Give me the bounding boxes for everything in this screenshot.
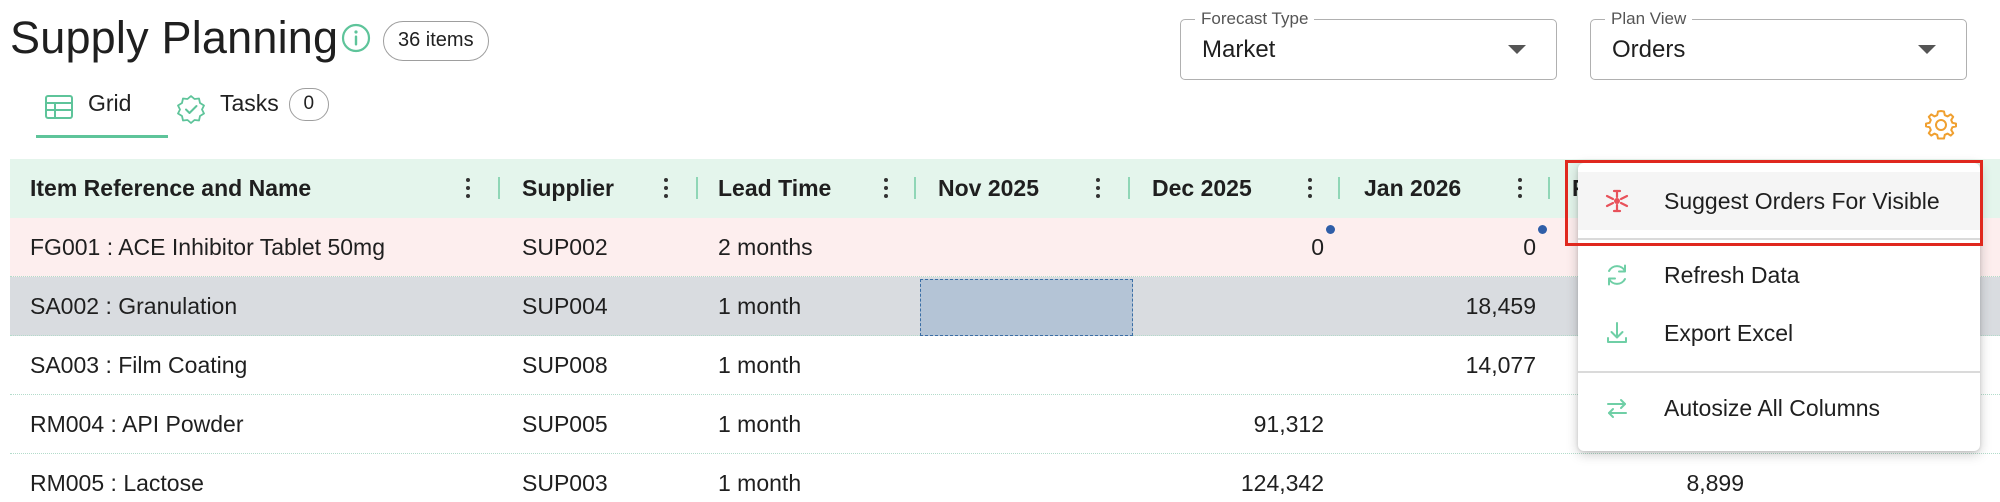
refresh-icon bbox=[1608, 264, 1626, 286]
tasks-count-badge: 0 bbox=[288, 88, 329, 121]
forecast-type-value: Market bbox=[1202, 36, 1276, 63]
highlight-annotation-box bbox=[1565, 160, 1983, 246]
plan-view-value: Orders bbox=[1612, 36, 1686, 63]
item-cell[interactable]: RM005 : Lactose bbox=[30, 454, 204, 502]
column-resize-handle[interactable] bbox=[1338, 177, 1340, 199]
tab-grid-label: Grid bbox=[88, 90, 132, 116]
grid-table-icon bbox=[45, 95, 73, 119]
menu-item-autosize-columns[interactable]: Autosize All Columns bbox=[1578, 379, 1980, 437]
jan-2026-cell[interactable]: 18,459 bbox=[1364, 277, 1536, 336]
column-menu-icon[interactable] bbox=[664, 178, 668, 198]
feb-2026-cell[interactable]: 8,899 bbox=[1572, 454, 1744, 502]
info-icon[interactable] bbox=[340, 22, 372, 54]
menu-item-label: Autosize All Columns bbox=[1664, 394, 1881, 421]
supplier-cell[interactable]: SUP005 bbox=[522, 395, 608, 454]
menu-item-export-excel[interactable]: Export Excel bbox=[1578, 304, 1980, 362]
tab-grid[interactable]: Grid bbox=[36, 86, 168, 138]
table-row[interactable]: RM005 : Lactose SUP003 1 month 124,342 8… bbox=[10, 454, 2000, 502]
item-cell[interactable]: SA003 : Film Coating bbox=[30, 336, 247, 395]
column-resize-handle[interactable] bbox=[1128, 177, 1130, 199]
column-header-item[interactable]: Item Reference and Name bbox=[30, 159, 311, 218]
menu-item-refresh-data[interactable]: Refresh Data bbox=[1578, 246, 1980, 304]
dec-2025-cell[interactable]: 124,342 bbox=[1152, 454, 1324, 502]
tab-tasks-label: Tasks bbox=[220, 90, 279, 116]
page-title: Supply Planning bbox=[10, 12, 339, 63]
supplier-cell[interactable]: SUP003 bbox=[522, 454, 608, 502]
column-header-nov-2025[interactable]: Nov 2025 bbox=[938, 159, 1039, 218]
column-header-dec-2025[interactable]: Dec 2025 bbox=[1152, 159, 1252, 218]
supplier-cell[interactable]: SUP008 bbox=[522, 336, 608, 395]
plan-view-label: Plan View bbox=[1605, 9, 1693, 29]
lead-time-cell[interactable]: 1 month bbox=[718, 395, 801, 454]
lead-time-cell[interactable]: 1 month bbox=[718, 454, 801, 502]
jan-2026-cell[interactable]: 14,077 bbox=[1364, 336, 1536, 395]
column-menu-icon[interactable] bbox=[466, 178, 470, 198]
selected-cell-nov-2025[interactable] bbox=[920, 279, 1133, 336]
edit-marker-dot bbox=[1326, 225, 1335, 234]
column-menu-icon[interactable] bbox=[884, 178, 888, 198]
menu-item-label: Refresh Data bbox=[1664, 261, 1800, 288]
swap-arrows-icon bbox=[1607, 399, 1627, 418]
chevron-down-icon bbox=[1918, 45, 1936, 54]
forecast-type-select[interactable]: Forecast Type Market bbox=[1180, 9, 1557, 80]
column-menu-icon[interactable] bbox=[1308, 178, 1312, 198]
supplier-cell[interactable]: SUP002 bbox=[522, 218, 608, 277]
download-icon bbox=[1607, 322, 1627, 343]
jan-2026-cell[interactable]: 0 bbox=[1364, 218, 1536, 277]
tab-tasks[interactable]: Tasks 0 bbox=[172, 86, 329, 138]
supply-planning-page: Supply Planning 36 items Grid Tasks 0 Fo… bbox=[0, 0, 2000, 502]
items-count-badge: 36 items bbox=[383, 21, 489, 61]
item-cell[interactable]: FG001 : ACE Inhibitor Tablet 50mg bbox=[30, 218, 385, 277]
column-menu-icon[interactable] bbox=[1096, 178, 1100, 198]
supplier-cell[interactable]: SUP004 bbox=[522, 277, 608, 336]
lead-time-cell[interactable]: 2 months bbox=[718, 218, 813, 277]
column-resize-handle[interactable] bbox=[1548, 177, 1550, 199]
menu-item-label: Export Excel bbox=[1664, 319, 1794, 346]
item-cell[interactable]: SA002 : Granulation bbox=[30, 277, 237, 336]
forecast-type-label: Forecast Type bbox=[1195, 9, 1315, 29]
lead-time-cell[interactable]: 1 month bbox=[718, 277, 801, 336]
column-resize-handle[interactable] bbox=[498, 177, 500, 199]
column-menu-icon[interactable] bbox=[1518, 178, 1522, 198]
column-resize-handle[interactable] bbox=[696, 177, 698, 199]
plan-view-select[interactable]: Plan View Orders bbox=[1590, 9, 1967, 80]
column-header-jan-2026[interactable]: Jan 2026 bbox=[1364, 159, 1461, 218]
edit-marker-dot bbox=[1538, 225, 1547, 234]
dec-2025-cell[interactable]: 91,312 bbox=[1152, 395, 1324, 454]
verified-check-icon bbox=[177, 95, 205, 124]
chevron-down-icon bbox=[1508, 45, 1526, 54]
column-resize-handle[interactable] bbox=[914, 177, 916, 199]
gear-icon[interactable] bbox=[1924, 108, 1958, 142]
lead-time-cell[interactable]: 1 month bbox=[718, 336, 801, 395]
column-header-supplier[interactable]: Supplier bbox=[522, 159, 614, 218]
item-cell[interactable]: RM004 : API Powder bbox=[30, 395, 244, 454]
column-header-lead-time[interactable]: Lead Time bbox=[718, 159, 831, 218]
dec-2025-cell[interactable]: 0 bbox=[1152, 218, 1324, 277]
menu-divider bbox=[1578, 371, 1980, 373]
